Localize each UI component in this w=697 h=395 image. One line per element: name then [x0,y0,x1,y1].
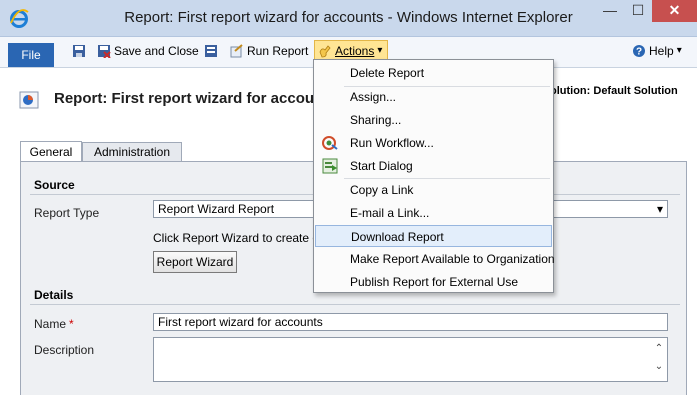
menu-item-label: Make Report Available to Organization [350,252,555,266]
actions-menu-button[interactable]: Actions ▾ [314,40,388,61]
save-button[interactable] [72,41,86,61]
page-title: Report: First report wizard for accounts [54,90,314,107]
menu-item-label: Assign... [350,90,397,104]
save-icon [73,45,85,57]
report-wizard-info-text: Click Report Wizard to create o [153,231,320,245]
minimize-button[interactable]: — [596,0,624,22]
description-field[interactable]: ⌃ ⌄ [153,337,668,382]
menu-item-download-report[interactable]: Download Report [315,225,552,247]
menu-item-make-available[interactable]: Make Report Available to Organization [315,248,555,270]
save-and-close-button[interactable]: Save and Close [97,41,199,61]
help-icon: ? [633,45,645,58]
description-label: Description [34,343,95,357]
menu-item-email-link[interactable]: E-mail a Link... [315,202,552,224]
file-tab[interactable]: File [8,43,54,67]
scroll-up-icon[interactable]: ⌃ [651,338,667,359]
report-form-icon [19,91,39,109]
tab-general[interactable]: General [20,141,82,162]
maximize-button[interactable]: ☐ [624,0,652,22]
start-dialog-icon [322,158,338,174]
actions-label: Actions [335,43,375,58]
menu-item-start-dialog[interactable]: Start Dialog [315,155,552,177]
window-title: Report: First report wizard for accounts… [124,9,573,26]
chevron-down-icon: ▾ [377,44,383,56]
help-chevron-down-icon: ▾ [676,45,682,56]
report-type-label: Report Type [34,206,100,220]
scroll-down-icon[interactable]: ⌄ [651,359,667,380]
solution-label: olution: Default Solution [550,85,678,97]
details-heading: Details [34,288,74,302]
actions-icon [319,44,331,57]
report-properties-icon [205,45,217,57]
description-scrollbar[interactable]: ⌃ ⌄ [651,338,667,381]
menu-item-run-workflow[interactable]: Run Workflow... [315,132,552,154]
menu-item-label: Start Dialog [350,159,413,173]
source-heading: Source [34,178,75,192]
help-button[interactable]: ? Help ▾ [632,41,682,61]
menu-item-copy-link[interactable]: Copy a Link [315,179,552,201]
menu-item-delete-report[interactable]: Delete Report [315,62,552,84]
report-type-value: Report Wizard Report [158,202,275,216]
select-chevron-down-icon: ▾ [656,202,663,216]
save-close-icon [98,45,111,58]
details-divider [30,304,680,305]
menu-item-label: E-mail a Link... [350,206,430,220]
tab-administration[interactable]: Administration [82,142,182,162]
close-button[interactable]: ✕ [652,0,697,22]
run-workflow-icon [322,136,338,150]
run-report-icon [230,44,243,58]
menu-item-assign[interactable]: Assign... [315,86,552,108]
name-field[interactable]: First report wizard for accounts [153,313,668,331]
report-wizard-button[interactable]: Report Wizard [153,251,237,273]
name-label: Name * [34,317,74,331]
menu-item-sharing[interactable]: Sharing... [315,109,552,131]
required-marker: * [69,317,74,331]
menu-item-publish-external[interactable]: Publish Report for External Use [315,271,552,293]
run-report-label: Run Report [247,44,309,58]
menu-item-label: Sharing... [350,113,402,127]
menu-item-label: Publish Report for External Use [350,275,519,289]
report-properties-button[interactable] [204,41,218,61]
svg-text:?: ? [636,47,642,58]
save-and-close-label: Save and Close [114,44,199,58]
menu-item-label: Run Workflow... [350,136,434,150]
run-report-button[interactable]: Run Report [230,41,308,61]
menu-item-label: Download Report [351,230,444,244]
name-label-text: Name [34,317,67,331]
help-label: Help [649,44,674,58]
menu-item-label: Copy a Link [350,183,414,197]
menu-item-label: Delete Report [350,66,425,80]
actions-dropdown-menu: Delete Report Assign... Sharing... Run W… [313,59,555,293]
